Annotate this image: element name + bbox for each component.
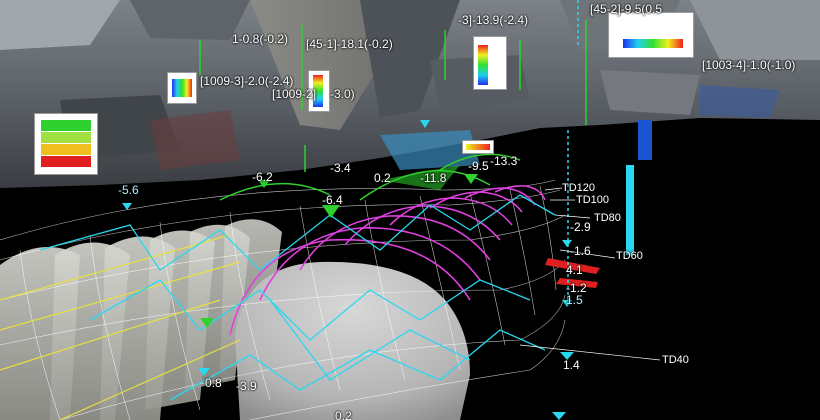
inclinometer-bar	[638, 120, 652, 160]
station-leaders	[519, 187, 661, 361]
station-label-td100: TD100	[576, 194, 610, 206]
tunnel-model	[0, 0, 661, 420]
upper-label-1009-3: [1009-3]-2.0(-2.4)	[200, 74, 294, 88]
value-label: 0.2	[335, 409, 352, 420]
value-label: 4.1	[566, 263, 583, 277]
upper-label-45-1: [45-1]-18.1(-0.2)	[306, 37, 393, 51]
colorbar-panel-right	[608, 12, 694, 58]
value-label: -5.6	[118, 183, 139, 197]
value-label: 0.8	[205, 376, 222, 390]
small-tag-panel	[462, 140, 494, 154]
value-label: -1.6	[570, 244, 591, 258]
tunnel-face	[235, 261, 470, 420]
upper-label-3: -3]-13.9(-2.4)	[458, 13, 529, 27]
value-label: -13.3	[490, 154, 518, 168]
station-label-td120: TD120	[562, 182, 596, 194]
inclinometer-bar-2	[626, 165, 634, 255]
value-label: -6.2	[252, 170, 273, 184]
station-label-td60: TD60	[616, 250, 643, 262]
mini-colorbar-panel-1	[167, 72, 197, 104]
value-label: -11.8	[420, 171, 447, 185]
value-label: 1.5	[566, 293, 583, 307]
upper-label-1: 1-0.8(-0.2)	[232, 32, 289, 46]
upper-label-1003-4: [1003-4]-1.0(-1.0)	[702, 58, 796, 72]
value-label: -2.9	[570, 220, 591, 234]
value-label: -9.5	[468, 159, 489, 173]
value-label: -6.4	[322, 193, 343, 207]
upper-label-1009-2: [1009-2]	[272, 87, 317, 101]
value-label: -3.4	[330, 161, 351, 175]
legend-panel-left	[34, 113, 98, 175]
upper-label-45-2: [45-2]-9.5(0.5	[590, 2, 663, 16]
legend-color-grid	[41, 120, 91, 167]
station-label-td80: TD80	[594, 212, 621, 224]
value-label: -3.9	[236, 379, 257, 393]
value-label: 1.4	[563, 358, 580, 372]
upper-label-3-0: -3.0)	[330, 87, 355, 101]
station-label-td40: TD40	[662, 354, 689, 366]
value-label: 0.2	[374, 171, 391, 185]
tunnel-3d-viewport[interactable]: [45-2]-9.5(0.5 -3]-13.9(-2.4) 1-0.8(-0.2…	[0, 0, 820, 420]
mini-colorbar-panel-3	[473, 36, 507, 90]
